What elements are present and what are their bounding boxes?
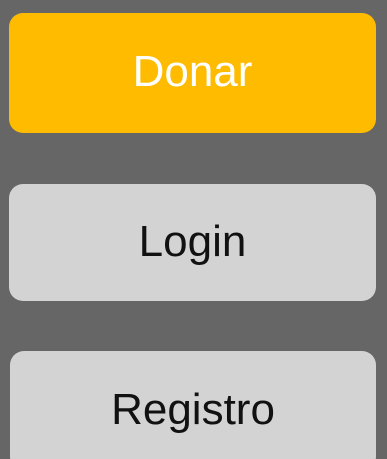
register-button[interactable]: Registro	[10, 351, 376, 459]
login-button-label: Login	[138, 216, 247, 266]
action-panel: Donar Login Registro	[0, 0, 387, 459]
donate-button[interactable]: Donar	[9, 13, 376, 133]
login-button[interactable]: Login	[9, 184, 376, 301]
register-button-label: Registro	[111, 385, 275, 434]
donate-button-label: Donar	[132, 47, 253, 96]
